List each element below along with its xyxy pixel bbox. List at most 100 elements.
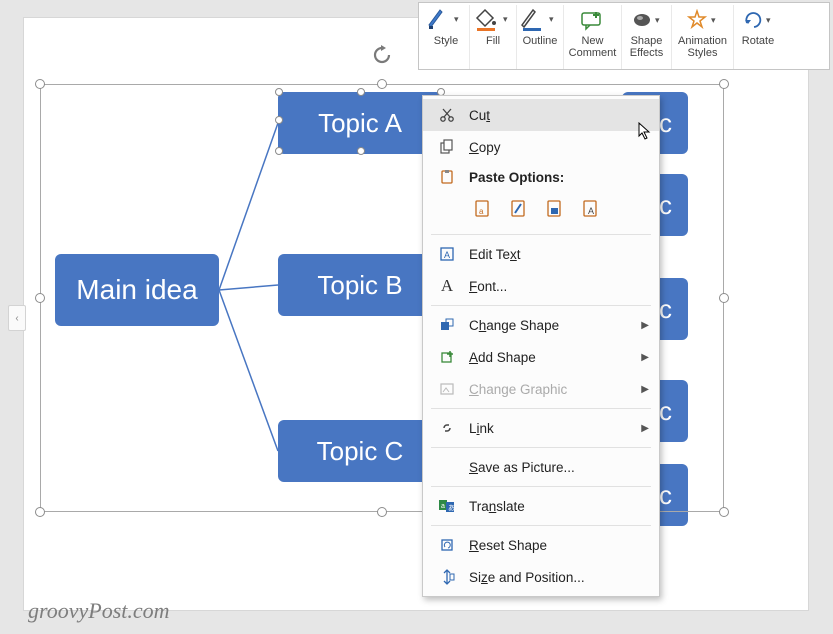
menu-separator — [431, 525, 651, 526]
submenu-arrow-icon: ▶ — [641, 352, 649, 363]
font-icon: A — [435, 276, 459, 296]
outline-label: Outline — [523, 35, 558, 47]
animation-styles-label: Animation Styles — [678, 35, 727, 59]
menu-translate[interactable]: aあ Translate — [423, 490, 659, 522]
svg-text:▾: ▾ — [655, 15, 660, 25]
save-as-picture-label: Save as Picture... — [469, 460, 649, 475]
shape-effects-icon: ▾ — [628, 7, 666, 33]
resize-handle[interactable] — [35, 293, 45, 303]
context-menu: Cut Copy Paste Options: a A A Edit Text … — [422, 95, 660, 597]
paste-options-label: Paste Options: — [469, 170, 649, 185]
svg-text:▾: ▾ — [711, 15, 716, 25]
paste-picture-button[interactable] — [541, 195, 569, 223]
paste-keep-source-button[interactable]: a — [469, 195, 497, 223]
change-shape-icon — [435, 317, 459, 333]
shape-mini-toolbar: ▾ Style ▾ Fill ▾ Outline New Comment ▾ S… — [418, 2, 830, 70]
resize-handle[interactable] — [719, 293, 729, 303]
menu-separator — [431, 447, 651, 448]
mouse-cursor-icon — [638, 122, 652, 140]
svg-text:▾: ▾ — [549, 14, 554, 24]
change-graphic-icon — [435, 381, 459, 397]
submenu-arrow-icon: ▶ — [641, 384, 649, 395]
menu-copy-label: Copy — [469, 140, 649, 155]
shape-handle[interactable] — [275, 88, 283, 96]
menu-separator — [431, 486, 651, 487]
paste-text-only-button[interactable]: A — [577, 195, 605, 223]
paste-options-row: a A — [423, 191, 659, 231]
menu-save-as-picture[interactable]: Save as Picture... — [423, 451, 659, 483]
style-icon: ▾ — [427, 7, 465, 33]
menu-copy[interactable]: Copy — [423, 131, 659, 163]
translate-icon: aあ — [435, 498, 459, 514]
fill-button[interactable]: ▾ Fill — [470, 5, 517, 69]
add-shape-icon — [435, 349, 459, 365]
new-comment-label: New Comment — [569, 35, 617, 59]
svg-text:▾: ▾ — [454, 14, 459, 24]
copy-icon — [435, 139, 459, 155]
style-button[interactable]: ▾ Style — [423, 5, 470, 69]
font-label: Font... — [469, 279, 649, 294]
shape-handle[interactable] — [357, 147, 365, 155]
svg-text:a: a — [441, 503, 445, 510]
shape-effects-button[interactable]: ▾ Shape Effects — [622, 5, 672, 69]
animation-styles-button[interactable]: ▾ Animation Styles — [672, 5, 734, 69]
paste-icon — [435, 169, 459, 185]
add-shape-label: Add Shape — [469, 350, 641, 365]
svg-text:A: A — [588, 206, 594, 216]
size-position-label: Size and Position... — [469, 570, 649, 585]
resize-handle[interactable] — [377, 507, 387, 517]
edit-text-icon: A — [435, 246, 459, 262]
reset-shape-label: Reset Shape — [469, 538, 649, 553]
menu-separator — [431, 408, 651, 409]
svg-text:▾: ▾ — [766, 15, 771, 25]
svg-text:a: a — [479, 207, 484, 216]
svg-text:▾: ▾ — [503, 14, 508, 24]
menu-size-position[interactable]: Size and Position... — [423, 561, 659, 593]
collapse-handle[interactable]: ‹ — [8, 305, 26, 331]
menu-edit-text[interactable]: A Edit Text — [423, 238, 659, 270]
shape-effects-label: Shape Effects — [630, 35, 663, 59]
resize-handle[interactable] — [377, 79, 387, 89]
rotate-icon: ▾ — [739, 7, 777, 33]
resize-handle[interactable] — [719, 507, 729, 517]
fill-label: Fill — [486, 35, 500, 47]
animation-icon: ▾ — [684, 7, 722, 33]
translate-label: Translate — [469, 499, 649, 514]
menu-cut[interactable]: Cut — [423, 99, 659, 131]
menu-change-graphic: Change Graphic ▶ — [423, 373, 659, 405]
menu-change-shape[interactable]: Change Shape ▶ — [423, 309, 659, 341]
paste-use-dest-button[interactable] — [505, 195, 533, 223]
cut-icon — [435, 107, 459, 123]
menu-font[interactable]: A Font... — [423, 270, 659, 302]
rotate-label: Rotate — [742, 35, 774, 47]
resize-handle[interactable] — [35, 507, 45, 517]
svg-text:A: A — [444, 250, 450, 260]
menu-reset-shape[interactable]: Reset Shape — [423, 529, 659, 561]
menu-cut-label: Cut — [469, 108, 649, 123]
change-graphic-label: Change Graphic — [469, 382, 641, 397]
edit-text-label: Edit Text — [469, 247, 649, 262]
resize-handle[interactable] — [35, 79, 45, 89]
new-comment-button[interactable]: New Comment — [564, 5, 622, 69]
menu-separator — [431, 234, 651, 235]
outline-icon: ▾ — [521, 7, 559, 33]
shape-handle[interactable] — [357, 88, 365, 96]
change-shape-label: Change Shape — [469, 318, 641, 333]
style-label: Style — [434, 35, 458, 47]
size-position-icon — [435, 569, 459, 585]
comment-icon — [574, 7, 612, 33]
rotate-button[interactable]: ▾ Rotate — [734, 5, 782, 69]
menu-add-shape[interactable]: Add Shape ▶ — [423, 341, 659, 373]
outline-button[interactable]: ▾ Outline — [517, 5, 564, 69]
shape-handle[interactable] — [275, 147, 283, 155]
menu-link[interactable]: Link ▶ — [423, 412, 659, 444]
watermark-text: groovyPost.com — [28, 598, 170, 624]
fill-icon: ▾ — [474, 7, 512, 33]
reset-shape-icon — [435, 537, 459, 553]
menu-paste-options: Paste Options: — [423, 163, 659, 191]
svg-text:あ: あ — [448, 504, 455, 512]
resize-handle[interactable] — [719, 79, 729, 89]
shape-handle[interactable] — [275, 116, 283, 124]
link-label: Link — [469, 421, 641, 436]
rotate-handle[interactable] — [368, 41, 396, 69]
